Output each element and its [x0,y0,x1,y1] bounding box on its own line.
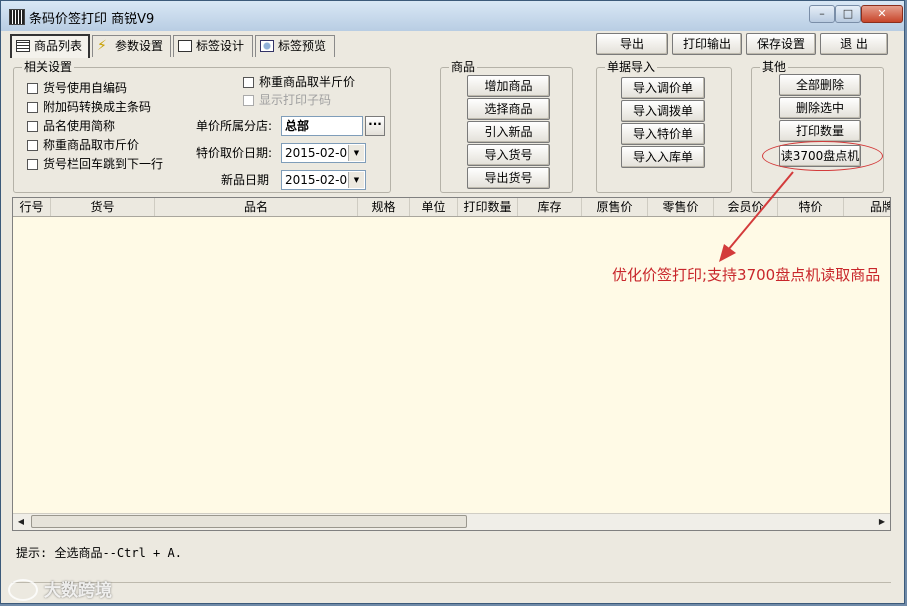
new-date-value: 2015-02-03 [285,173,355,187]
column-header-original-price[interactable]: 原售价 [582,198,648,216]
grid-header: 行号 货号 品名 规格 单位 打印数量 库存 原售价 零售价 会员价 特价 品牌 [13,198,890,217]
main-window: 条码价签打印 商锐V9 – □ ✕ 商品列表 ⚡ 参数设置 标签设计 标签预览 … [0,0,905,604]
tab-label-preview[interactable]: 标签预览 [255,35,335,57]
column-header-item-no[interactable]: 货号 [51,198,155,216]
lightning-icon: ⚡ [97,38,107,54]
checkbox-box[interactable] [27,121,38,132]
bottom-divider [12,582,891,583]
checkbox-custom-code[interactable]: 货号使用自编码 [27,81,127,95]
other-group-title: 其他 [760,60,789,74]
column-header-print-qty[interactable]: 打印数量 [458,198,518,216]
column-header-spec[interactable]: 规格 [358,198,410,216]
column-header-retail-price[interactable]: 零售价 [648,198,714,216]
import-price-adjust-button[interactable]: 导入调价单 [621,77,705,99]
checkbox-show-sub-code: 显示打印子码 [243,93,331,107]
checkbox-box[interactable] [27,140,38,151]
preview-icon [260,40,274,52]
branch-select-button[interactable]: ··· [365,116,385,136]
branch-field[interactable]: 总部 [281,116,363,136]
import-stock-in-button[interactable]: 导入入库单 [621,146,705,168]
column-header-unit[interactable]: 单位 [410,198,458,216]
save-settings-button[interactable]: 保存设置 [746,33,816,55]
annotation-text: 优化价签打印;支持3700盘点机读取商品 [612,266,881,284]
maximize-button[interactable]: □ [835,5,861,23]
print-output-button[interactable]: 打印输出 [672,33,742,55]
add-goods-button[interactable]: 增加商品 [467,75,550,97]
column-header-product-name[interactable]: 品名 [155,198,358,216]
exit-button[interactable]: 退 出 [820,33,888,55]
promo-date-value: 2015-02-03 [285,146,355,160]
promo-date-picker[interactable]: 2015-02-03 ▼ [281,143,366,163]
barcode-app-icon [9,9,25,25]
checkbox-half-jin-price[interactable]: 称重商品取半斤价 [243,75,355,89]
chevron-down-icon[interactable]: ▼ [348,172,364,188]
print-quantity-button[interactable]: 打印数量 [779,120,861,142]
chevron-down-icon[interactable]: ▼ [348,145,364,161]
scroll-right-icon[interactable]: ▶ [874,514,890,529]
new-date-picker[interactable]: 2015-02-03 ▼ [281,170,366,190]
tab-label: 商品列表 [34,39,83,53]
goods-grid[interactable]: 行号 货号 品名 规格 单位 打印数量 库存 原售价 零售价 会员价 特价 品牌… [12,197,891,531]
import-transfer-button[interactable]: 导入调拨单 [621,100,705,122]
horizontal-scrollbar[interactable]: ◀ ▶ [13,513,890,530]
checkbox-box[interactable] [27,83,38,94]
select-goods-button[interactable]: 选择商品 [467,98,550,120]
delete-selected-button[interactable]: 删除选中 [779,97,861,119]
tab-label: 标签设计 [196,39,245,53]
document-import-group-title: 单据导入 [605,60,658,74]
checkbox-short-name[interactable]: 品名使用简称 [27,119,115,133]
tab-label: 标签预览 [278,39,327,53]
scrollbar-thumb[interactable] [31,515,467,528]
import-item-no-button[interactable]: 导入货号 [467,144,550,166]
import-special-price-button[interactable]: 导入特价单 [621,123,705,145]
checkbox-enter-next-row[interactable]: 货号栏回车跳到下一行 [27,157,163,171]
column-header-brand[interactable]: 品牌 [844,198,890,216]
minimize-button[interactable]: – [809,5,835,23]
branch-label: 单价所属分店: [196,119,273,133]
checkbox-box[interactable] [27,102,38,113]
checkbox-box[interactable] [27,159,38,170]
column-header-member-price[interactable]: 会员价 [714,198,778,216]
tab-goods-list[interactable]: 商品列表 [10,34,90,58]
new-date-label: 新品日期 [221,173,270,187]
callout-ellipse [762,141,883,171]
export-item-no-button[interactable]: 导出货号 [467,167,550,189]
tab-label: 参数设置 [115,39,164,53]
scroll-left-icon[interactable]: ◀ [13,514,29,529]
import-new-goods-button[interactable]: 引入新品 [467,121,550,143]
goods-group-title: 商品 [449,60,478,74]
watermark-text: 大数跨境 [44,581,112,601]
title-bar[interactable]: 条码价签打印 商锐V9 – □ ✕ [1,1,904,31]
promo-date-label: 特价取价日期: [196,146,273,160]
window-title: 条码价签打印 商锐V9 [29,12,155,27]
delete-all-button[interactable]: 全部删除 [779,74,861,96]
settings-group-title: 相关设置 [22,60,75,74]
column-header-stock[interactable]: 库存 [518,198,582,216]
watermark-logo-icon [8,579,38,601]
checkbox-box [243,95,254,106]
checkbox-market-jin-price[interactable]: 称重商品取市斤价 [27,138,139,152]
edit-document-icon [178,40,192,52]
hint-text: 提示: 全选商品--Ctrl + A. [16,546,182,560]
watermark: 大数跨境 [8,576,112,601]
close-button[interactable]: ✕ [861,5,903,23]
column-header-special-price[interactable]: 特价 [778,198,844,216]
column-header-row-no[interactable]: 行号 [13,198,51,216]
checkbox-box[interactable] [243,77,254,88]
tab-parameter-settings[interactable]: ⚡ 参数设置 [92,35,171,57]
checkbox-barcode-conversion[interactable]: 附加码转换成主条码 [27,100,151,114]
list-icon [16,40,30,52]
tab-label-design[interactable]: 标签设计 [173,35,253,57]
export-button[interactable]: 导出 [596,33,668,55]
